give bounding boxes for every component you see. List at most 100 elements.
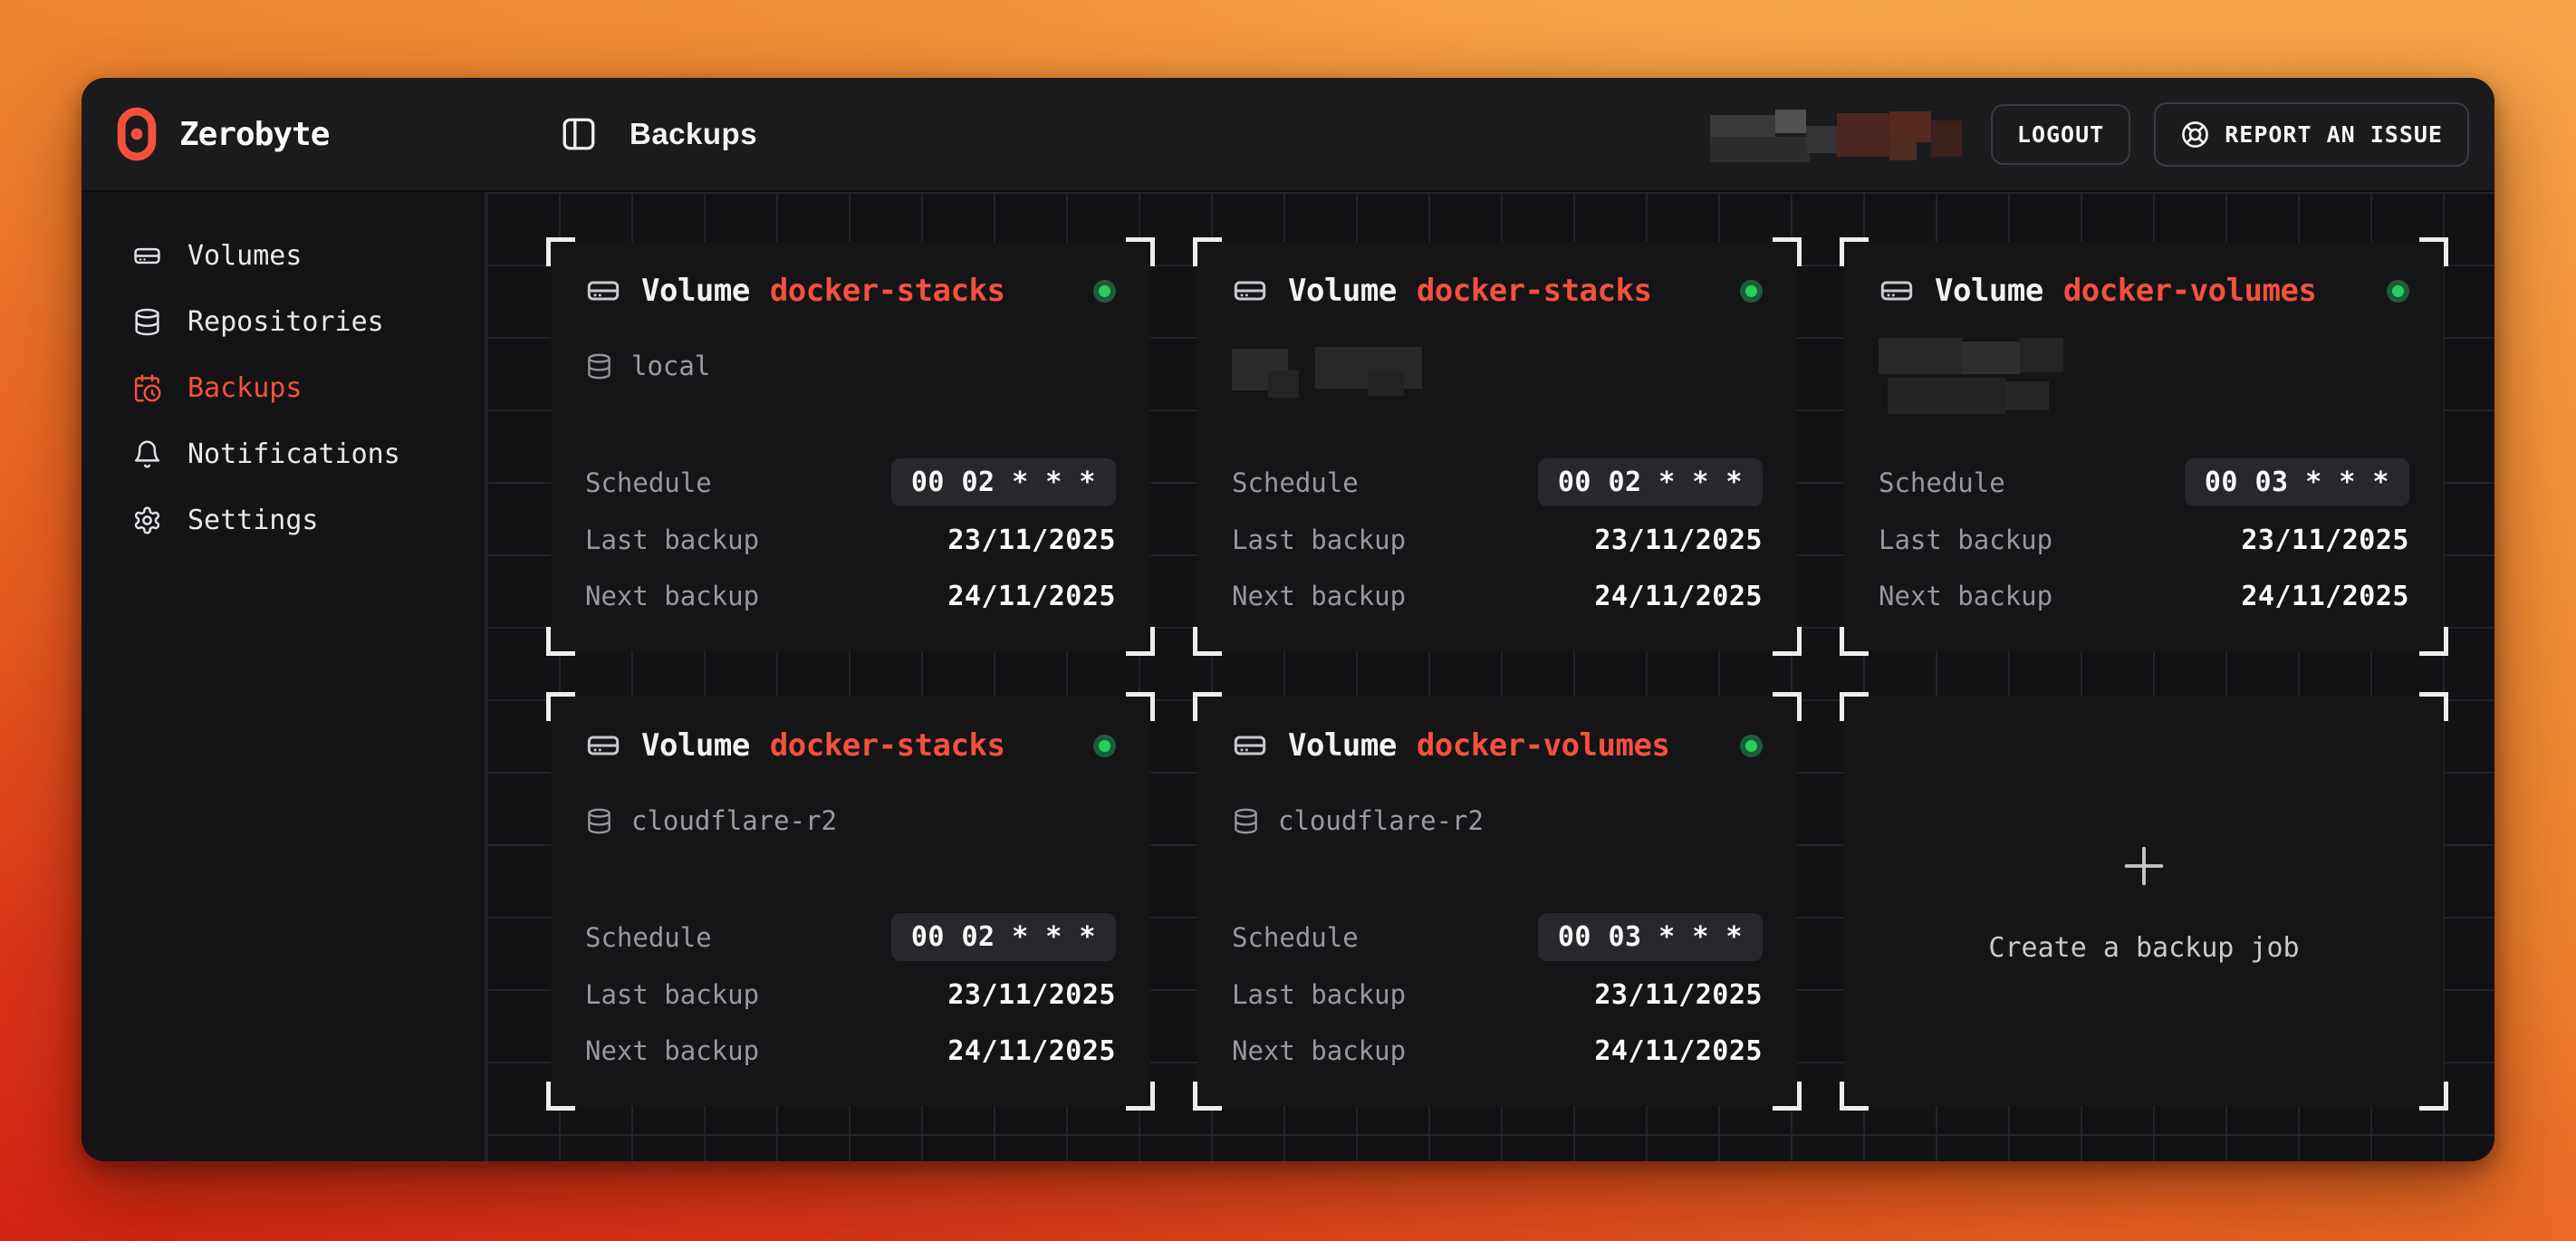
calendar-clock-icon [132,373,162,403]
redacted-repository [1232,345,1763,399]
volume-name: docker-stacks [770,273,1005,309]
next-backup-date: 24/11/2025 [947,581,1116,612]
repository-row: local [585,351,1116,381]
schedule-label: Schedule [1879,467,2005,498]
app-window: Zerobyte Backups LO [82,78,2494,1161]
last-backup-date: 23/11/2025 [1594,979,1763,1011]
sidebar-item-label: Backups [187,372,302,404]
last-backup-date: 23/11/2025 [2241,524,2409,556]
sidebar-item-backups[interactable]: Backups [82,355,485,421]
plus-icon [2118,840,2170,892]
last-backup-label: Last backup [585,524,759,555]
brand: Zerobyte [116,106,486,162]
schedule-label: Schedule [585,922,712,953]
sidebar-item-repositories[interactable]: Repositories [82,289,485,355]
next-backup-date: 24/11/2025 [2241,581,2409,612]
next-backup-date: 24/11/2025 [947,1035,1116,1067]
cron-badge: 00 02 * * * [891,913,1116,961]
schedule-label: Schedule [1232,922,1359,953]
next-backup-date: 24/11/2025 [1594,581,1763,612]
last-backup-label: Last backup [1232,979,1406,1010]
card-title-row: Volume docker-volumes [1232,727,1763,764]
volume-prefix: Volume [1288,727,1397,764]
sidebar-item-notifications[interactable]: Notifications [82,421,485,487]
status-dot [1740,735,1763,757]
volume-name: docker-volumes [1417,727,1670,764]
zerobyte-logo-icon [116,106,158,162]
sidebar-item-volumes[interactable]: Volumes [82,223,485,289]
report-issue-button[interactable]: REPORT AN ISSUE [2154,102,2469,167]
next-backup-label: Next backup [1232,581,1406,611]
backup-cards: Volume docker-stacks [546,237,2448,1111]
backup-card-docker-stacks-cloudflare[interactable]: Volume docker-stacks [546,692,1155,1111]
next-backup-label: Next backup [1232,1035,1406,1066]
hard-drive-icon [1879,273,1915,309]
card-title-row: Volume docker-stacks [585,727,1116,764]
backup-card-docker-volumes-redacted[interactable]: Volume docker-volumes [1840,237,2448,656]
brand-name: Zerobyte [179,116,329,153]
cron-badge: 00 03 * * * [1538,913,1763,961]
cron-badge: 00 02 * * * [1538,458,1763,506]
sidebar-item-label: Settings [187,505,319,536]
repository-name: cloudflare-r2 [631,805,837,836]
report-issue-label: REPORT AN ISSUE [2225,121,2443,148]
sidebar: Volumes Repositories [82,192,486,1161]
logout-button[interactable]: LOGOUT [1991,104,2130,165]
sidebar-item-label: Repositories [187,306,384,338]
sidebar-item-settings[interactable]: Settings [82,487,485,553]
database-icon [132,307,162,337]
repository-row: cloudflare-r2 [1232,805,1763,836]
next-backup-label: Next backup [1879,581,2052,611]
next-backup-date: 24/11/2025 [1594,1035,1763,1067]
repository-name: cloudflare-r2 [1278,805,1484,836]
create-backup-job-label: Create a backup job [1988,932,2299,964]
hard-drive-icon [1232,273,1268,309]
hard-drive-icon [132,241,162,271]
status-dot [1740,280,1763,303]
repository-name: local [631,351,710,381]
page-title: Backups [630,117,757,151]
card-title-row: Volume docker-volumes [1879,273,2409,309]
status-dot [2387,280,2409,303]
last-backup-label: Last backup [585,979,759,1010]
sidebar-item-label: Notifications [187,438,400,470]
volume-name: docker-stacks [770,727,1005,764]
card-title-row: Volume docker-stacks [585,273,1116,309]
schedule-label: Schedule [585,467,712,498]
backup-card-docker-stacks-redacted[interactable]: Volume docker-stacks Schedul [1193,237,1802,656]
backups-grid-area: Volume docker-stacks [486,192,2494,1161]
bell-icon [132,439,162,469]
backup-card-docker-stacks-local[interactable]: Volume docker-stacks [546,237,1155,656]
card-title-row: Volume docker-stacks [1232,273,1763,309]
volume-prefix: Volume [641,273,750,309]
next-backup-label: Next backup [585,1035,759,1066]
create-backup-job-card[interactable]: Create a backup job [1840,692,2448,1111]
backup-card-docker-volumes-cloudflare[interactable]: Volume docker-volumes [1193,692,1802,1111]
last-backup-date: 23/11/2025 [947,979,1116,1011]
next-backup-label: Next backup [585,581,759,611]
sidebar-toggle-icon[interactable] [559,114,599,154]
cron-badge: 00 02 * * * [891,458,1116,506]
status-dot [1093,735,1116,757]
schedule-label: Schedule [1232,467,1359,498]
header: Zerobyte Backups LO [82,78,2494,192]
volume-prefix: Volume [641,727,750,764]
last-backup-date: 23/11/2025 [1594,524,1763,556]
redacted-repository [1879,338,2409,421]
gear-icon [132,505,162,535]
last-backup-label: Last backup [1879,524,2052,555]
volume-prefix: Volume [1935,273,2043,309]
database-icon [1232,807,1260,835]
volume-name: docker-volumes [2063,273,2317,309]
volume-prefix: Volume [1288,273,1397,309]
last-backup-label: Last backup [1232,524,1406,555]
logout-label: LOGOUT [2017,121,2104,148]
hard-drive-icon [585,273,621,309]
lifebuoy-icon [2180,120,2210,149]
status-dot [1093,280,1116,303]
hard-drive-icon [1232,727,1268,764]
page-head: Backups [486,114,757,154]
redacted-user-info [1705,106,1967,162]
header-right: LOGOUT REPORT AN ISSUE [1705,102,2469,167]
hard-drive-icon [585,727,621,764]
